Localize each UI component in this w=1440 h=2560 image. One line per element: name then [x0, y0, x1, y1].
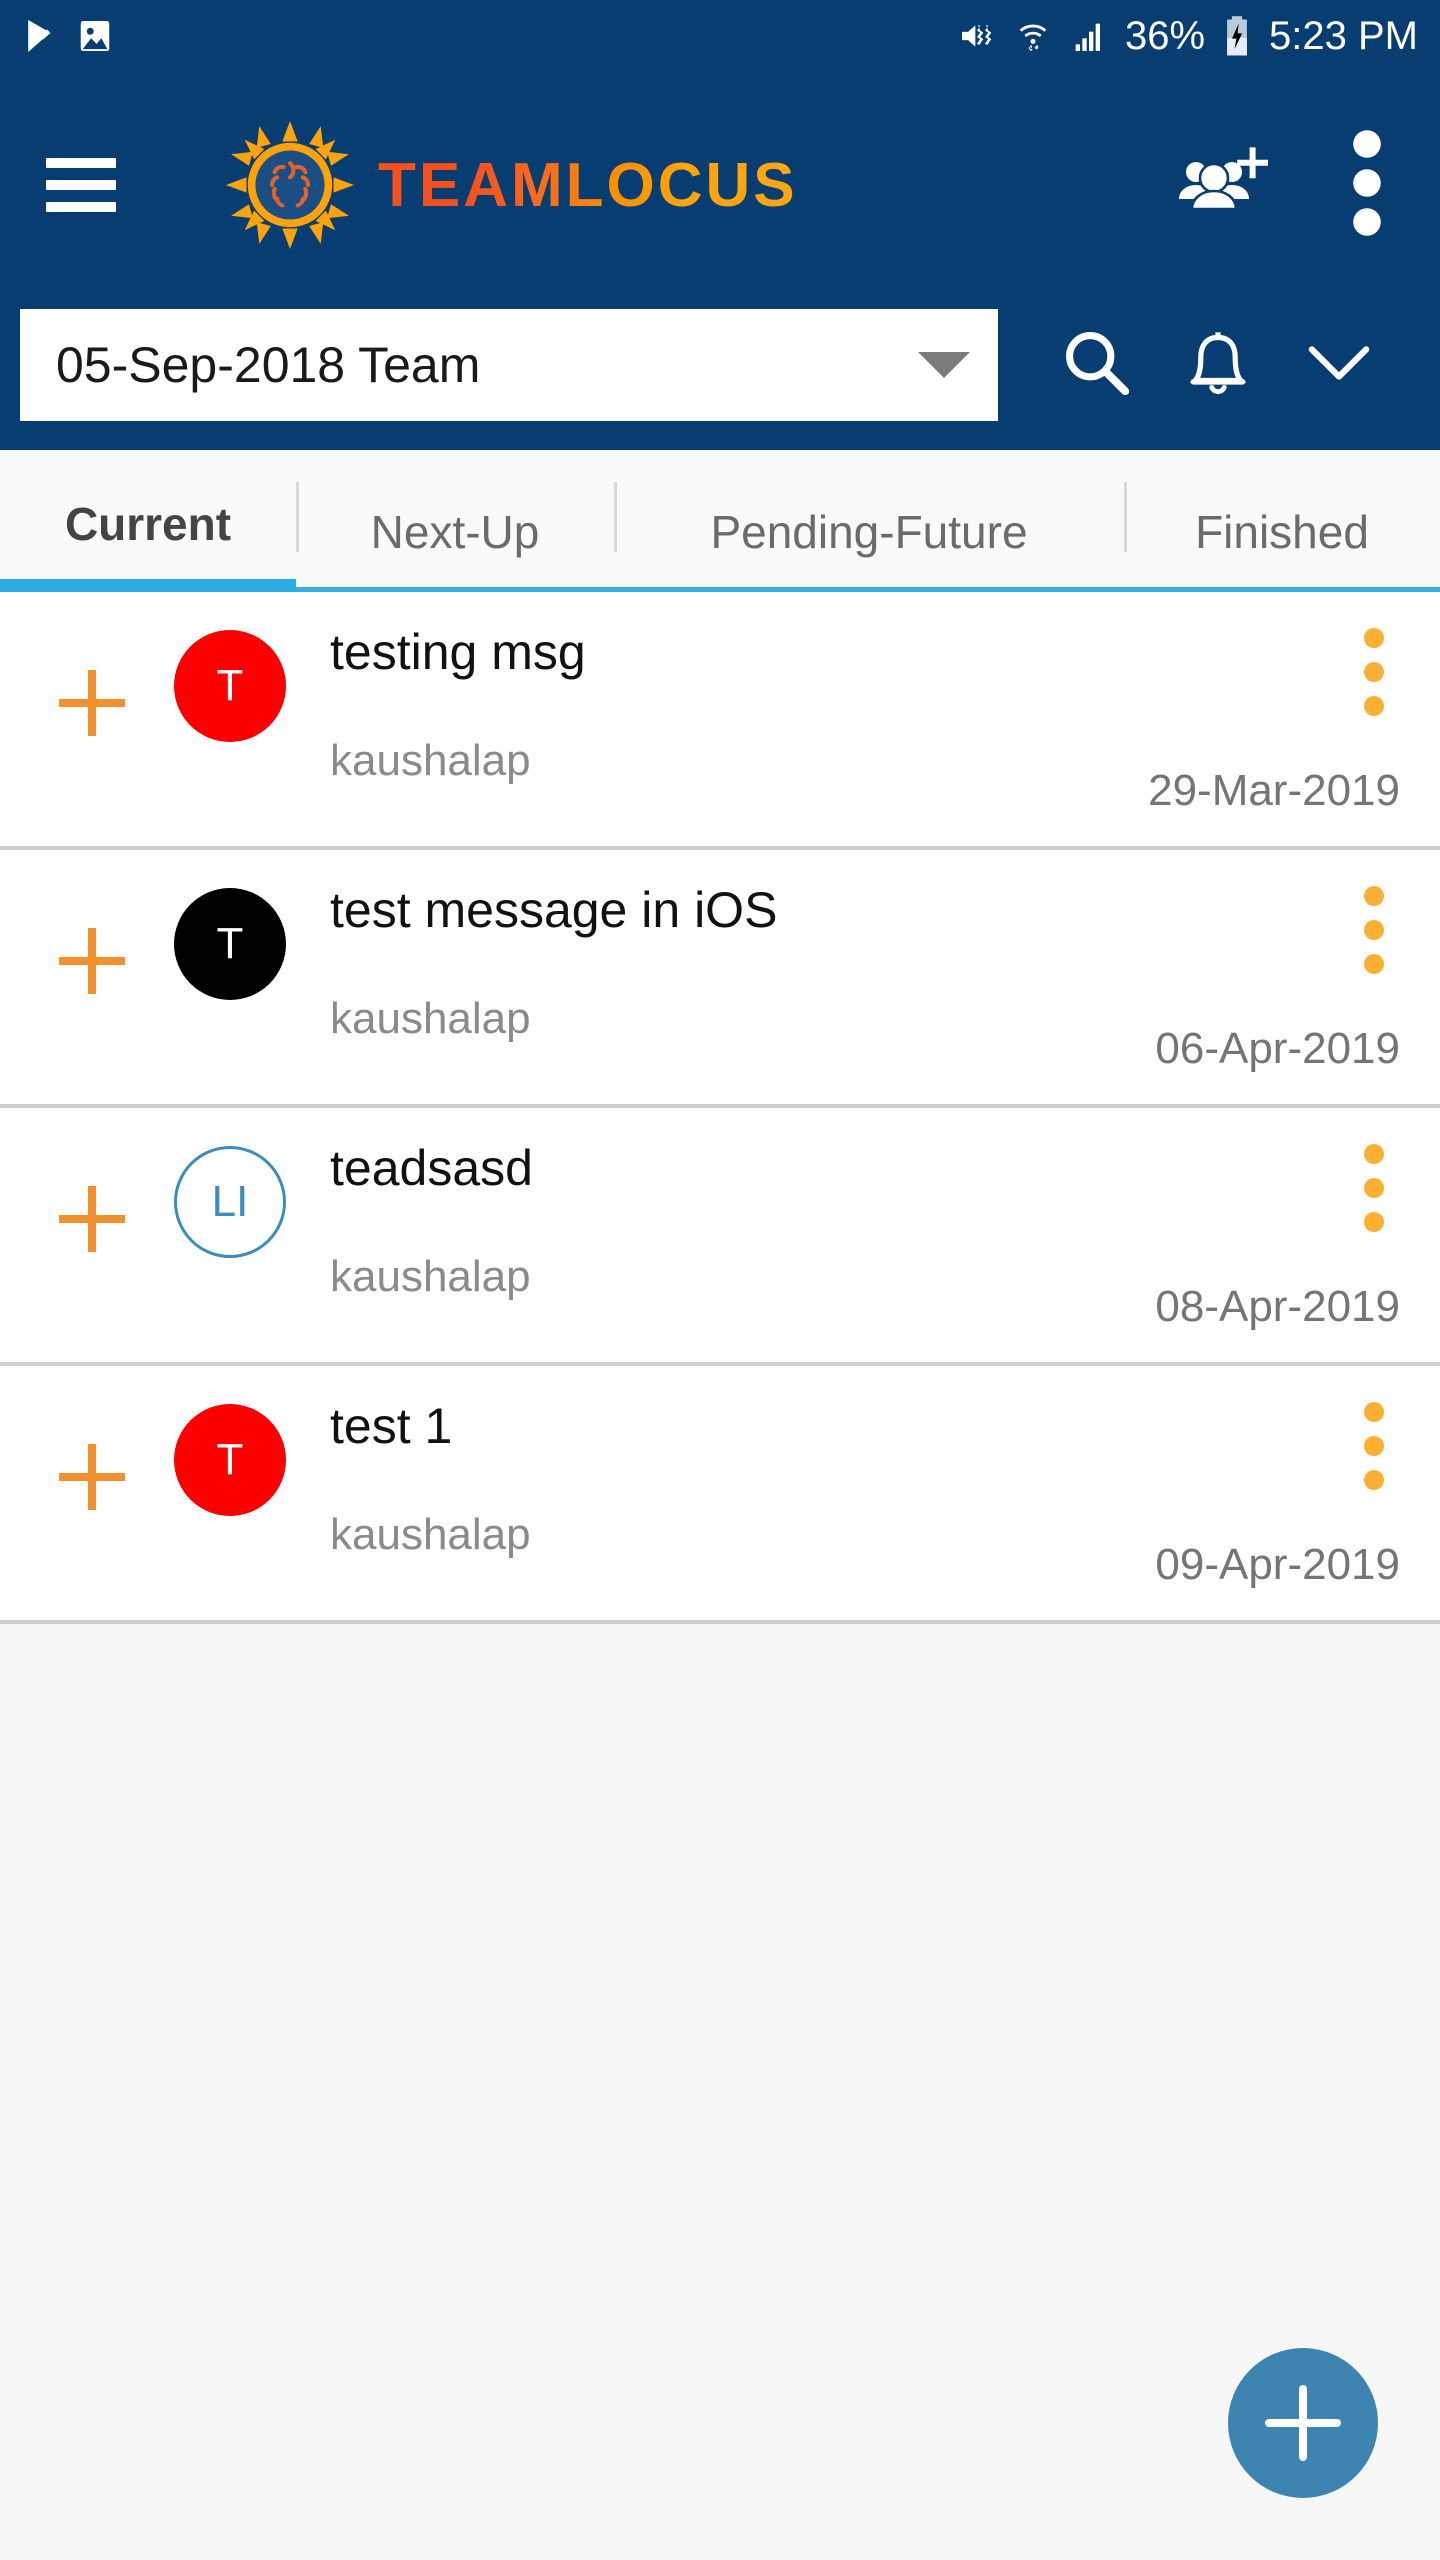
row-add-button[interactable]: [30, 618, 154, 736]
status-bar-right-icons: 36% 5:23 PM: [957, 14, 1418, 58]
image-icon: [80, 20, 110, 52]
brand-block: TEAMLOCUS: [226, 121, 798, 249]
team-bar: 05-Sep-2018 Team: [0, 298, 1440, 450]
tab-label: Next-Up: [370, 506, 540, 558]
bell-icon[interactable]: [1180, 324, 1256, 407]
battery-percent-label: 36%: [1124, 14, 1206, 58]
status-bar-left-icons: [22, 16, 114, 56]
row-date: 29-Mar-2019: [1148, 766, 1400, 815]
status-bar: 36% 5:23 PM: [0, 0, 1440, 72]
play-check-icon: [28, 20, 51, 52]
more-vertical-icon[interactable]: [1352, 129, 1382, 242]
plus-icon: [59, 670, 125, 736]
battery-charging-icon: [1227, 16, 1247, 56]
tab-divider: [296, 482, 299, 552]
avatar: T: [174, 888, 286, 1000]
avatar-initials: LI: [211, 1177, 249, 1226]
tab-finished[interactable]: Finished: [1124, 450, 1440, 592]
row-text-cell: teadsasd kaushalap: [306, 1134, 990, 1302]
row-text-cell: test 1 kaushalap: [306, 1392, 990, 1560]
task-list: T testing msg kaushalap 29-Mar-2019 T te…: [0, 592, 1440, 1624]
row-title: teadsasd: [330, 1140, 533, 1196]
tab-current[interactable]: Current: [0, 450, 296, 592]
avatar-initials: T: [216, 661, 244, 710]
row-meta-cell: 09-Apr-2019: [990, 1392, 1410, 1590]
app-bar-actions: [1174, 129, 1394, 242]
app-bar: TEAMLOCUS: [0, 72, 1440, 298]
add-group-icon[interactable]: [1174, 142, 1270, 229]
avatar-cell: T: [154, 876, 306, 1000]
tab-underline: [0, 579, 296, 592]
plus-icon: [1265, 2385, 1341, 2461]
hamburger-menu-icon[interactable]: [46, 158, 116, 212]
team-select-value: 05-Sep-2018 Team: [56, 337, 481, 393]
sun-logo-icon: [226, 121, 354, 249]
caret-down-icon: [918, 352, 970, 378]
search-icon[interactable]: [1059, 325, 1135, 406]
avatar-cell: T: [154, 618, 306, 742]
add-task-fab[interactable]: [1228, 2348, 1378, 2498]
tab-divider: [1124, 482, 1127, 552]
avatar: LI: [174, 1146, 286, 1258]
row-meta-cell: 08-Apr-2019: [990, 1134, 1410, 1332]
brand-wordmark: TEAMLOCUS: [378, 150, 798, 220]
row-author: kaushalap: [330, 994, 531, 1043]
row-text-cell: test message in iOS kaushalap: [306, 876, 990, 1044]
row-title: testing msg: [330, 624, 586, 680]
avatar: T: [174, 1404, 286, 1516]
row-add-button[interactable]: [30, 1392, 154, 1510]
tab-bar: Current Next-Up Pending-Future Finished: [0, 450, 1440, 592]
chevron-down-icon[interactable]: [1301, 332, 1377, 399]
tab-next-up[interactable]: Next-Up: [296, 450, 614, 592]
plus-icon: [59, 1186, 125, 1252]
row-meta-cell: 06-Apr-2019: [990, 876, 1410, 1074]
table-row[interactable]: T test message in iOS kaushalap 06-Apr-2…: [0, 850, 1440, 1108]
plus-icon: [59, 928, 125, 994]
more-vertical-icon[interactable]: [1364, 886, 1400, 974]
tab-label: Pending-Future: [710, 506, 1028, 558]
row-date: 09-Apr-2019: [1155, 1540, 1400, 1589]
plus-icon: [59, 1444, 125, 1510]
mute-vibrate-icon: [961, 24, 992, 47]
tab-label: Finished: [1195, 506, 1369, 558]
row-author: kaushalap: [330, 736, 531, 785]
avatar-initials: T: [216, 919, 244, 968]
row-add-button[interactable]: [30, 1134, 154, 1252]
row-title: test message in iOS: [330, 882, 778, 938]
tab-divider: [614, 482, 617, 552]
row-author: kaushalap: [330, 1252, 531, 1301]
wifi-icon: [1019, 24, 1047, 52]
row-meta-cell: 29-Mar-2019: [990, 618, 1410, 816]
clock-label: 5:23 PM: [1269, 14, 1418, 58]
app-root: 36% 5:23 PM TEAMLOCUS 05-Sep-2018 Team C…: [0, 0, 1440, 2560]
tab-pending-future[interactable]: Pending-Future: [614, 450, 1124, 592]
team-bar-actions: [998, 324, 1420, 407]
table-row[interactable]: T testing msg kaushalap 29-Mar-2019: [0, 592, 1440, 850]
row-add-button[interactable]: [30, 876, 154, 994]
table-row[interactable]: T test 1 kaushalap 09-Apr-2019: [0, 1366, 1440, 1624]
table-row[interactable]: LI teadsasd kaushalap 08-Apr-2019: [0, 1108, 1440, 1366]
row-text-cell: testing msg kaushalap: [306, 618, 990, 786]
signal-icon: [1075, 23, 1100, 51]
row-date: 06-Apr-2019: [1155, 1024, 1400, 1073]
row-date: 08-Apr-2019: [1155, 1282, 1400, 1331]
row-author: kaushalap: [330, 1510, 531, 1559]
avatar-cell: LI: [154, 1134, 306, 1258]
more-vertical-icon[interactable]: [1364, 1402, 1400, 1490]
tab-label: Current: [64, 498, 232, 550]
avatar-initials: T: [216, 1435, 244, 1484]
avatar: T: [174, 630, 286, 742]
more-vertical-icon[interactable]: [1364, 1144, 1400, 1232]
row-title: test 1: [330, 1398, 453, 1454]
avatar-cell: T: [154, 1392, 306, 1516]
more-vertical-icon[interactable]: [1364, 628, 1400, 716]
team-select-dropdown[interactable]: 05-Sep-2018 Team: [20, 309, 998, 421]
